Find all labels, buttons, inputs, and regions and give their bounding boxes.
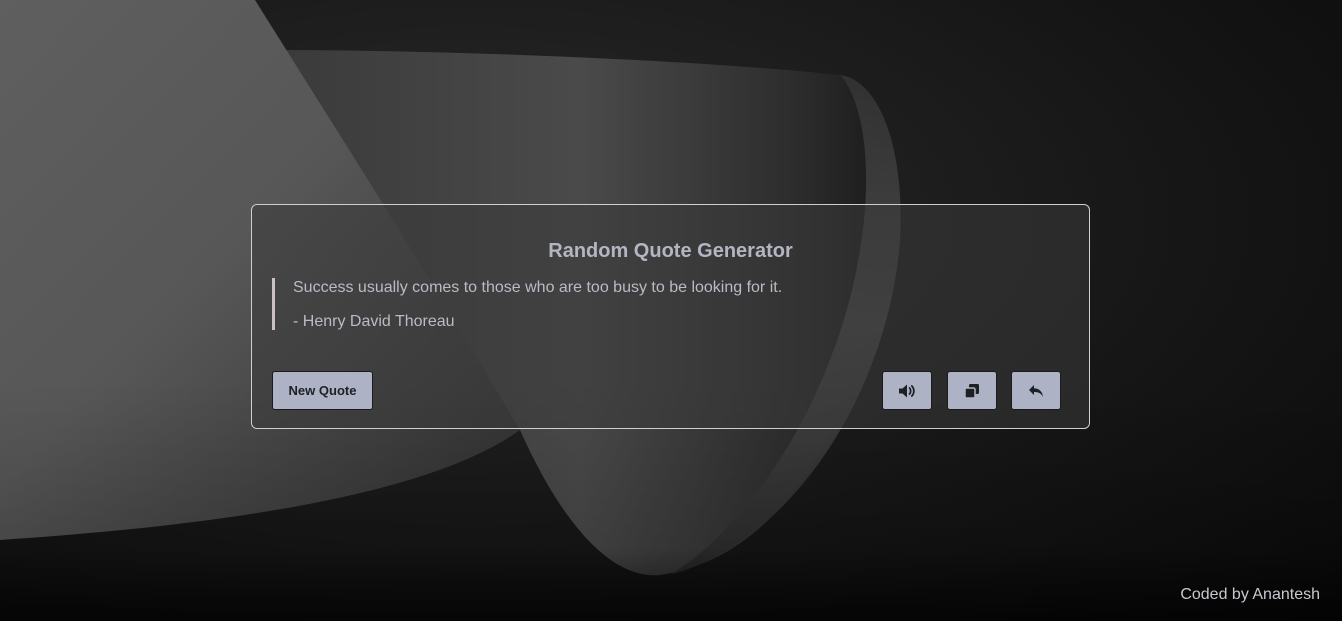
share-button[interactable]: [1011, 371, 1061, 410]
copy-icon: [964, 383, 980, 399]
copy-button[interactable]: [947, 371, 997, 410]
quote-text: Success usually comes to those who are t…: [293, 279, 783, 296]
quote-blockquote: Success usually comes to those who are t…: [272, 278, 1052, 330]
new-quote-button[interactable]: New Quote: [272, 371, 373, 410]
footer-credit: Coded by Anantesh: [1180, 586, 1320, 603]
quote-card: Random Quote Generator Success usually c…: [251, 204, 1090, 429]
speak-button[interactable]: [882, 371, 932, 410]
share-reply-icon: [1028, 384, 1044, 398]
app-title: Random Quote Generator: [548, 240, 793, 262]
quote-author: - Henry David Thoreau: [293, 313, 455, 330]
speaker-icon: [898, 383, 916, 399]
